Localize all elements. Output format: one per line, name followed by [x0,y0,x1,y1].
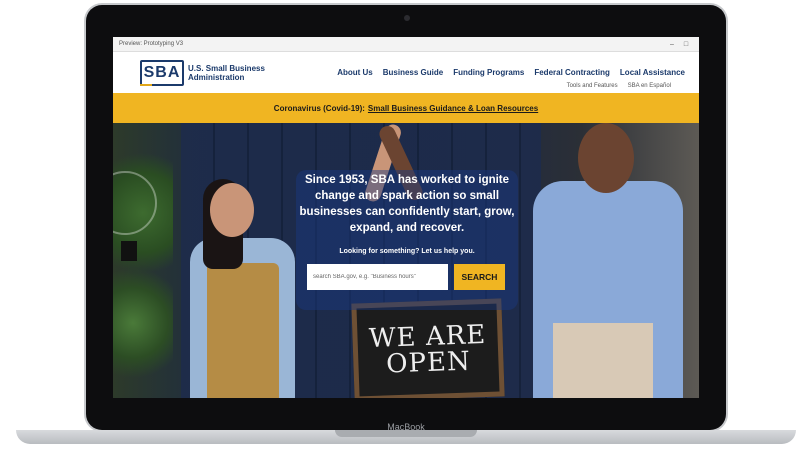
search-help-label: Looking for something? Let us help you. [339,248,475,255]
hero-section: WE ARE OPEN Since 1953, SBA has worked t… [113,123,699,398]
site-header: SBA U.S. Small Business Administration A… [113,52,699,93]
woman-apron [207,263,279,398]
man-apron [553,323,653,398]
search-form: SEARCH [307,264,505,290]
subnav-tools-and-features[interactable]: Tools and Features [567,83,618,89]
man-figure [533,123,683,398]
main-nav: About Us Business Guide Funding Programs… [337,68,685,77]
sba-logo[interactable]: SBA U.S. Small Business Administration [140,59,265,86]
sba-logo-mark: SBA [140,59,184,86]
nav-federal-contracting[interactable]: Federal Contracting [534,68,610,77]
banner-link[interactable]: Small Business Guidance & Loan Resources [368,104,538,113]
we-are-open-sign: WE ARE OPEN [351,298,505,398]
covid-banner: Coronavirus (Covid-19): Small Business G… [113,93,699,123]
nav-local-assistance[interactable]: Local Assistance [620,68,685,77]
minimize-icon[interactable]: – [665,41,679,48]
search-button[interactable]: SEARCH [454,264,505,290]
logo-line-1: U.S. Small Business [188,63,265,73]
screen: Preview: Prototyping V3 – □ SBA U.S. Sma… [113,37,699,398]
sub-nav: Tools and Features SBA en Español [567,83,671,89]
laptop-brand-label: MacBook [387,422,425,432]
banner-prefix: Coronavirus (Covid-19): [273,103,365,113]
nav-funding-programs[interactable]: Funding Programs [453,68,524,77]
logo-line-2: Administration [188,72,245,82]
sign-line-2: OPEN [385,346,472,380]
logo-text: U.S. Small Business Administration [188,64,265,82]
hero-headline: Since 1953, SBA has worked to ignite cha… [299,174,515,234]
nav-about-us[interactable]: About Us [337,68,373,77]
nav-business-guide[interactable]: Business Guide [383,68,443,77]
decorative-square [121,241,137,261]
search-input[interactable] [307,264,448,290]
window-title: Preview: Prototyping V3 [119,41,184,47]
man-head [578,123,634,193]
camera-icon [404,15,410,21]
woman-head [210,183,254,237]
subnav-sba-espanol[interactable]: SBA en Español [628,83,671,89]
window-titlebar: Preview: Prototyping V3 – □ [113,37,699,52]
maximize-icon[interactable]: □ [679,41,693,48]
